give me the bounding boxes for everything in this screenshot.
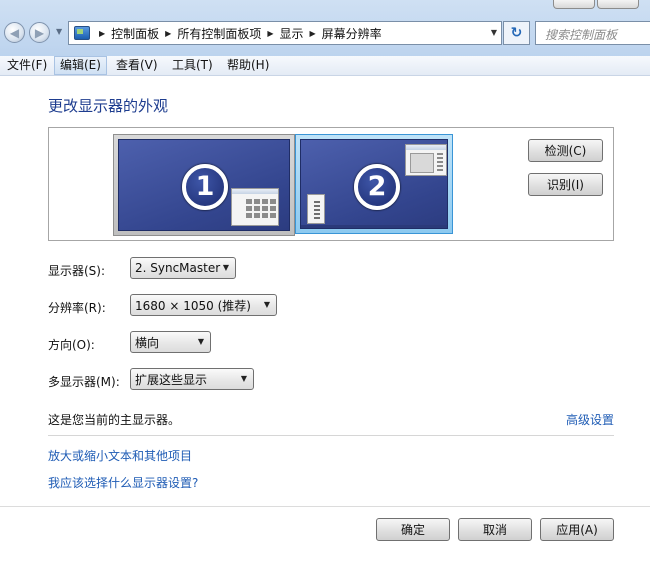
recent-pages-dropdown-icon[interactable]: ▼ [56,27,66,37]
window-thumbnail-icon [231,188,279,226]
chevron-down-icon: ▼ [240,374,247,383]
ok-button[interactable]: 确定 [376,518,450,541]
menu-help[interactable]: 帮助(H) [221,56,275,75]
breadcrumb-arrow-icon[interactable]: ▶ [310,29,316,38]
display-select-value: 2. SyncMaster [135,261,221,275]
chevron-down-icon: ▼ [263,300,270,309]
breadcrumb-arrow-icon[interactable]: ▶ [267,29,273,38]
display-label: 显示器(S): [48,264,106,278]
text-size-link[interactable]: 放大或缩小文本和其他项目 [48,447,192,464]
menu-tools[interactable]: 工具(T) [166,56,219,75]
monitor-1-screen: 1 [118,139,290,231]
minimize-button[interactable] [553,0,595,9]
forward-arrow-icon[interactable]: ▶ [29,22,50,43]
orientation-select[interactable]: 横向 ▼ [130,331,211,353]
breadcrumb-screen-resolution[interactable]: 屏幕分辨率 [322,25,382,42]
window-thumbnail-icon [405,144,447,176]
monitor-arrangement-panel: 1 2 检测(C) 识别(I) [48,127,614,241]
menu-file[interactable]: 文件(F) [1,56,53,75]
resolution-select-value: 1680 × 1050 (推荐) [135,298,251,313]
page-title: 更改显示器的外观 [48,97,169,115]
resolution-label: 分辨率(R): [48,301,106,315]
breadcrumb-arrow-icon[interactable]: ▶ [99,29,105,38]
menu-bar: 文件(F) 编辑(E) 查看(V) 工具(T) 帮助(H) [0,56,650,76]
taskbar-thumbnail [301,225,447,228]
advanced-settings-link[interactable]: 高级设置 [566,411,614,428]
back-arrow-icon[interactable]: ◀ [4,22,25,43]
monitor-2[interactable]: 2 [295,134,453,234]
display-select[interactable]: 2. SyncMaster ▼ [130,257,236,279]
primary-display-text: 这是您当前的主显示器。 [48,413,181,427]
breadcrumb-control-panel[interactable]: 控制面板 [111,25,159,42]
detect-button[interactable]: 检测(C) [528,139,603,162]
breadcrumb-display[interactable]: 显示 [280,25,304,42]
monitor-number-badge: 1 [182,164,228,210]
breadcrumb-arrow-icon[interactable]: ▶ [165,29,171,38]
monitor-2-screen: 2 [300,139,448,229]
menu-view[interactable]: 查看(V) [110,56,164,75]
chevron-down-icon: ▼ [197,337,204,346]
multiple-displays-select-value: 扩展这些显示 [135,372,208,387]
monitor-1[interactable]: 1 [113,134,295,236]
maximize-button[interactable] [597,0,639,9]
window-frame: ◀ ▶ ▼ ▶ 控制面板 ▶ 所有控制面板项 ▶ 显示 ▶ 屏幕分辨率 ▼ ↻ [0,0,650,56]
footer-divider [0,506,650,507]
cancel-button[interactable]: 取消 [458,518,532,541]
refresh-icon[interactable]: ↻ [503,21,530,45]
menu-edit[interactable]: 编辑(E) [54,56,107,75]
search-input[interactable] [535,21,650,45]
address-bar[interactable]: ▶ 控制面板 ▶ 所有控制面板项 ▶ 显示 ▶ 屏幕分辨率 ▼ [68,21,502,45]
chevron-down-icon: ▼ [222,263,229,272]
address-dropdown-icon[interactable]: ▼ [491,28,497,37]
monitor-number-badge: 2 [354,164,400,210]
control-panel-icon [74,26,90,40]
orientation-select-value: 横向 [135,335,160,350]
resolution-select[interactable]: 1680 × 1050 (推荐) ▼ [130,294,277,316]
sidebar-thumbnail-icon [307,194,325,224]
orientation-label: 方向(O): [48,338,95,352]
multiple-displays-select[interactable]: 扩展这些显示 ▼ [130,368,254,390]
breadcrumb-all-items[interactable]: 所有控制面板项 [177,25,261,42]
divider [48,435,614,436]
identify-button[interactable]: 识别(I) [528,173,603,196]
multiple-displays-label: 多显示器(M): [48,375,120,389]
display-settings-help-link[interactable]: 我应该选择什么显示器设置? [48,474,198,491]
apply-button[interactable]: 应用(A) [540,518,614,541]
